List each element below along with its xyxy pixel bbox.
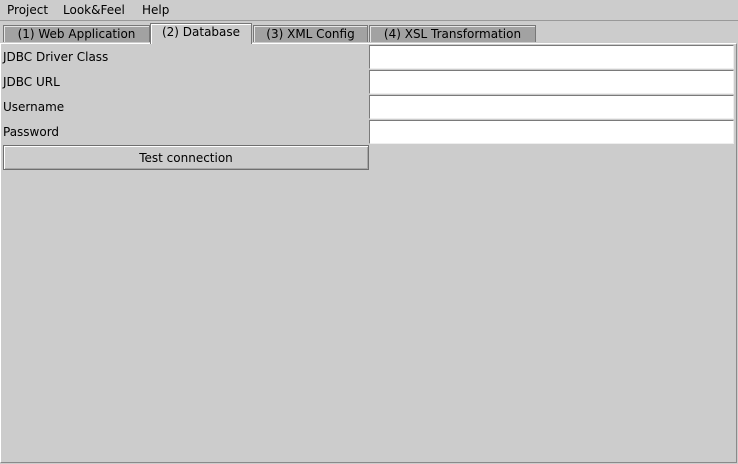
tab-xml-config[interactable]: (3) XML Config — [253, 25, 368, 42]
jdbc-url-field[interactable] — [369, 70, 734, 94]
password-field[interactable] — [369, 120, 734, 144]
menu-look-and-feel[interactable]: Look&Feel — [63, 3, 125, 17]
menu-help[interactable]: Help — [142, 3, 169, 17]
tab-database[interactable]: (2) Database — [150, 23, 252, 44]
menu-project[interactable]: Project — [7, 3, 48, 17]
tab-strip: (1) Web Application (2) Database (3) XML… — [0, 21, 738, 44]
username-label: Username — [3, 100, 65, 114]
test-connection-button[interactable]: Test connection — [3, 145, 369, 170]
jdbc-driver-class-field[interactable] — [369, 45, 734, 69]
jdbc-driver-class-label: JDBC Driver Class — [3, 50, 109, 64]
username-field[interactable] — [369, 95, 734, 119]
menu-bar: Project Look&Feel Help — [0, 0, 738, 21]
jdbc-url-label: JDBC URL — [3, 75, 60, 89]
password-label: Password — [3, 125, 60, 139]
tab-xsl-transformation[interactable]: (4) XSL Transformation — [369, 25, 536, 42]
database-panel: JDBC Driver Class JDBC URL Username Pass… — [0, 43, 737, 463]
tab-web-application[interactable]: (1) Web Application — [3, 25, 150, 42]
